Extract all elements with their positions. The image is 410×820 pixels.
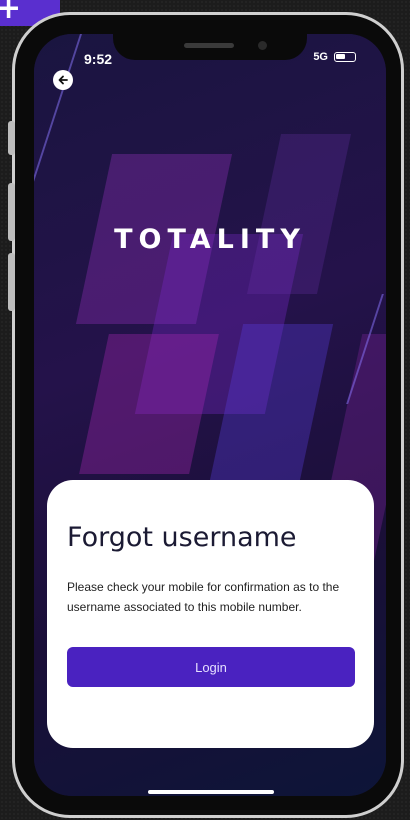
page-title: Forgot username <box>67 522 297 553</box>
battery-icon <box>334 52 356 62</box>
network-label: 5G <box>313 51 328 63</box>
plus-icon: + <box>0 0 22 26</box>
arrow-left-icon <box>58 75 68 85</box>
back-button[interactable] <box>53 70 73 90</box>
login-button[interactable]: Login <box>67 647 355 687</box>
camera <box>258 41 267 50</box>
status-time: 9:52 <box>84 51 113 67</box>
confirmation-message: Please check your mobile for confirmatio… <box>67 580 340 614</box>
app-logo: TOTALITY <box>114 224 306 255</box>
volume-down-button <box>8 253 15 311</box>
bg-streak <box>79 334 219 474</box>
bg-light-line <box>34 34 82 194</box>
status-indicators: 5G <box>313 51 356 63</box>
volume-up-button <box>8 183 15 241</box>
home-indicator[interactable] <box>148 790 274 794</box>
bg-streak <box>246 134 352 294</box>
speaker <box>184 43 234 48</box>
mute-switch <box>8 121 15 155</box>
phone-screen: 9:52 5G TOTALITY Forgot username Please … <box>34 34 386 796</box>
notch <box>113 34 307 60</box>
forgot-username-card: Forgot username Please check your mobile… <box>47 480 374 748</box>
